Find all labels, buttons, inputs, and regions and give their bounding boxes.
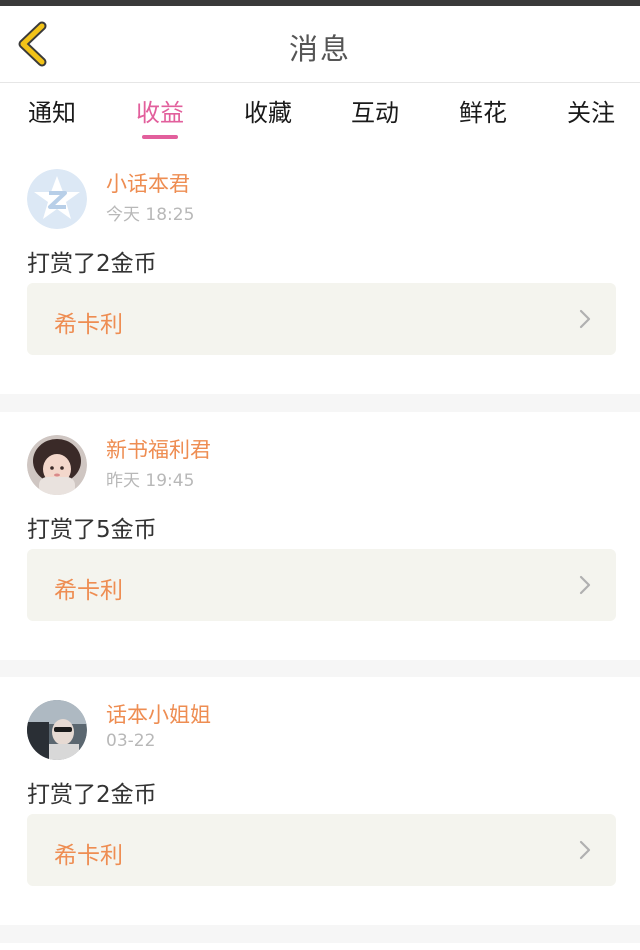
chevron-right-icon (579, 840, 591, 860)
message-text: 打赏了5金币 (27, 517, 157, 543)
message-time: 03-22 (106, 731, 156, 751)
divider (0, 394, 640, 412)
avatar[interactable] (27, 435, 87, 495)
tab-flowers[interactable]: 鲜花 (428, 93, 538, 128)
divider (0, 660, 640, 678)
sender-name[interactable]: 新书福利君 (106, 434, 211, 464)
chevron-right-icon (579, 309, 591, 329)
book-link[interactable]: 希卡利 (27, 549, 616, 621)
book-title: 希卡利 (54, 312, 123, 338)
message-card: 话本小姐姐 03-22 打赏了2金币 希卡利 (0, 677, 640, 925)
tab-interactions[interactable]: 互动 (320, 93, 430, 128)
tab-notifications[interactable]: 通知 (0, 93, 107, 128)
avatar[interactable] (27, 169, 87, 229)
tab-favorites[interactable]: 收藏 (213, 93, 323, 128)
message-time: 今天 18:25 (106, 205, 195, 225)
message-time: 昨天 19:45 (106, 471, 195, 491)
message-card: 小话本君 今天 18:25 打赏了2金币 希卡利 (0, 146, 640, 394)
message-text: 打赏了2金币 (27, 251, 157, 277)
tab-earnings[interactable]: 收益 (105, 93, 215, 128)
divider (0, 925, 640, 943)
star-z-logo-icon (27, 169, 87, 229)
chevron-right-icon (579, 575, 591, 595)
app-header: 消息 (0, 6, 640, 83)
avatar[interactable] (27, 700, 87, 760)
book-title: 希卡利 (54, 843, 123, 869)
book-link[interactable]: 希卡利 (27, 814, 616, 886)
book-title: 希卡利 (54, 578, 123, 604)
man-in-car-photo-avatar (27, 700, 87, 760)
message-card: 新书福利君 昨天 19:45 打赏了5金币 希卡利 (0, 412, 640, 660)
sender-name[interactable]: 小话本君 (106, 168, 190, 198)
active-tab-indicator (142, 135, 178, 139)
sender-name[interactable]: 话本小姐姐 (106, 699, 211, 729)
page-title: 消息 (288, 32, 351, 66)
girl-photo-avatar (27, 435, 87, 495)
tab-follows[interactable]: 关注 (536, 93, 640, 128)
book-link[interactable]: 希卡利 (27, 283, 616, 355)
tab-bar: 通知 收益 收藏 互动 鲜花 关注 (0, 83, 640, 141)
message-text: 打赏了2金币 (27, 782, 157, 808)
